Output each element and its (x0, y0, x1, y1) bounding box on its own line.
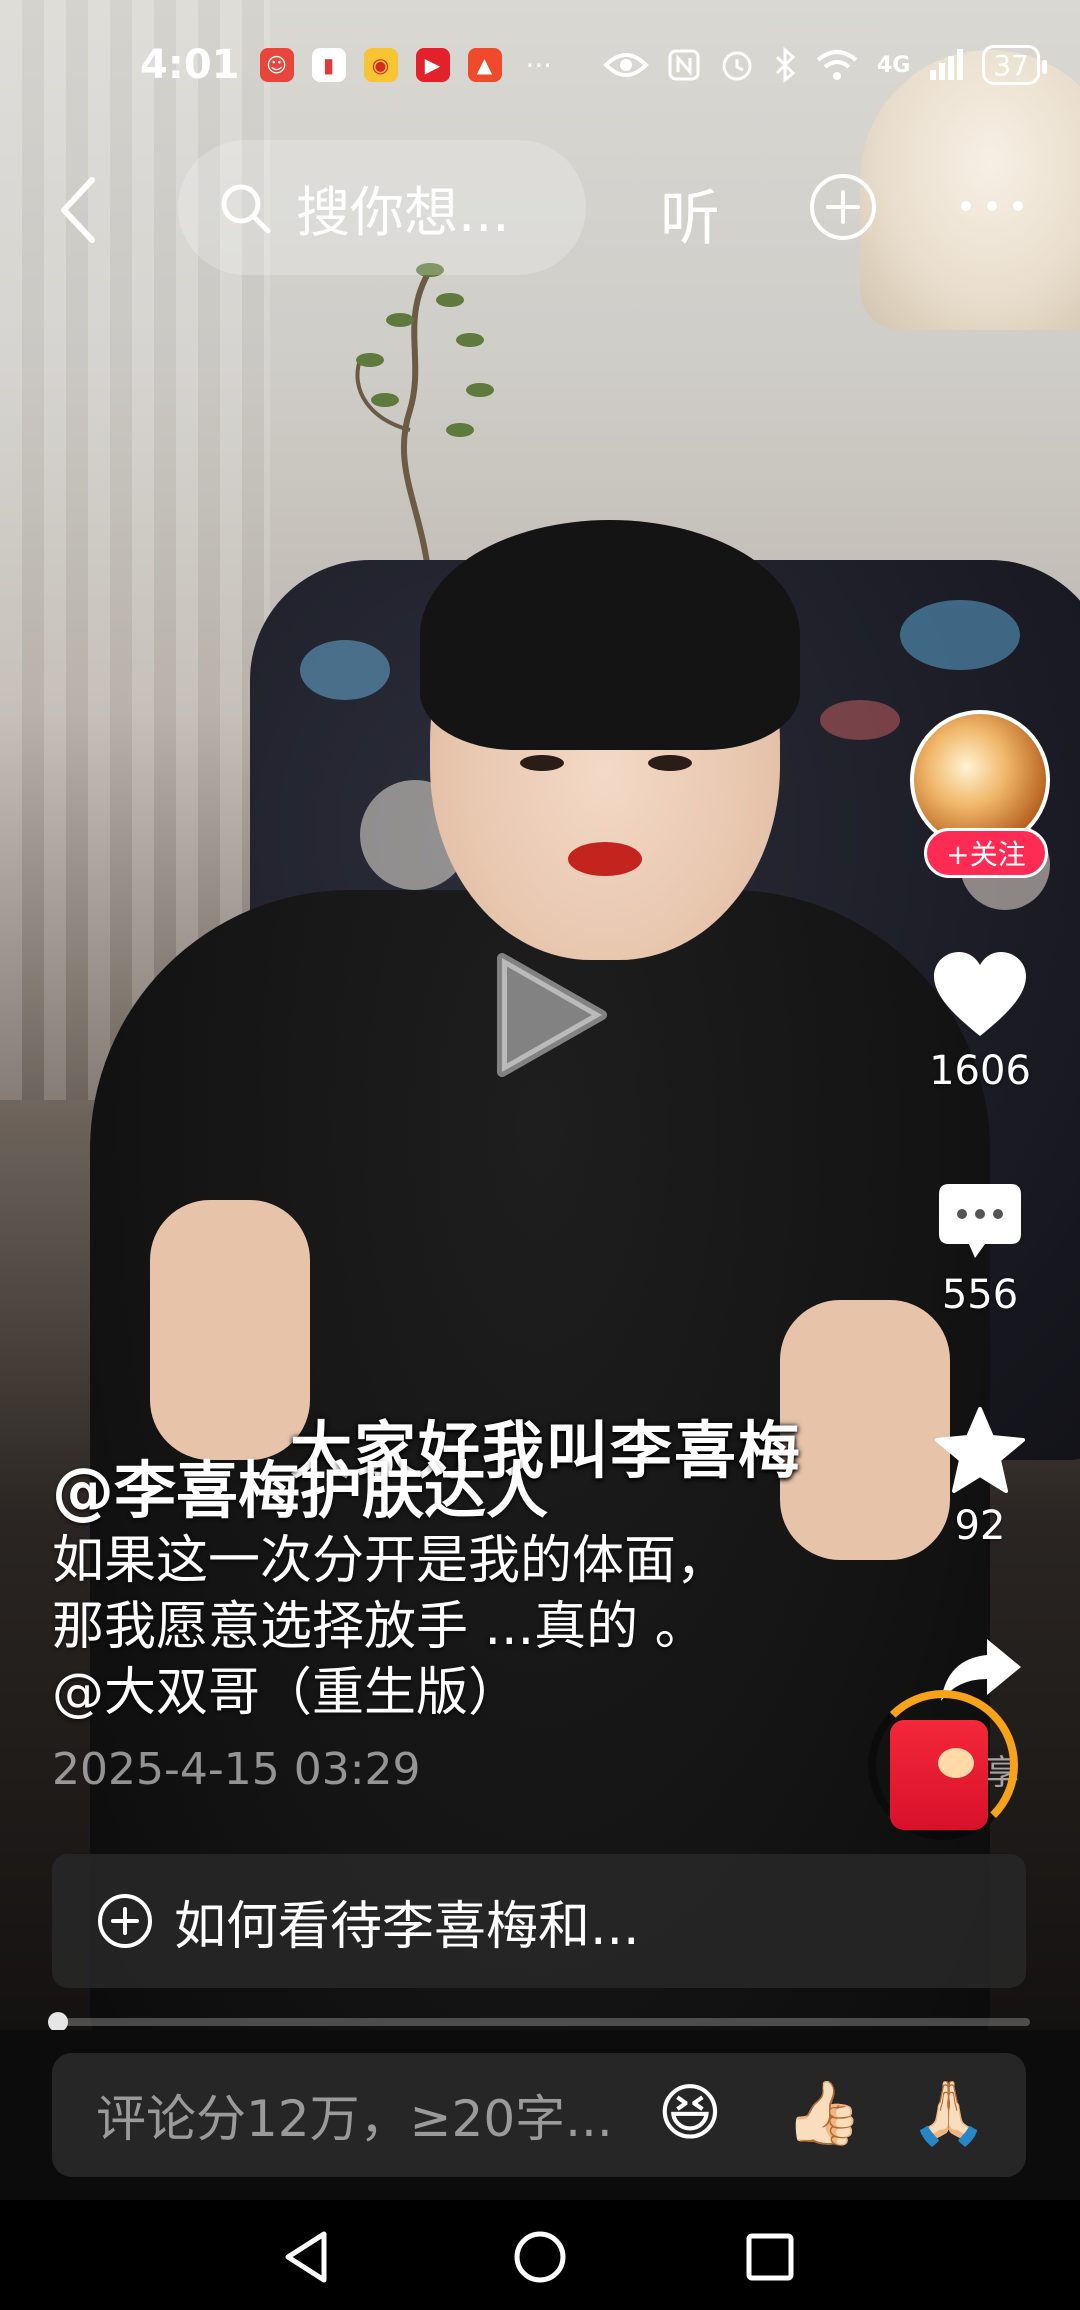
app-notification-icon: ☺ (259, 48, 294, 82)
favorite-button[interactable]: 92 (900, 1405, 1060, 1549)
chair-pattern (300, 640, 390, 700)
red-envelope-icon (890, 1720, 988, 1830)
comment-placeholder: 评论分12万，≥20字... (96, 2090, 613, 2148)
bluetooth-icon (775, 47, 796, 83)
search-placeholder: 搜你想... (296, 181, 510, 244)
search-box[interactable]: 搜你想... (178, 140, 586, 275)
person-arm (150, 1200, 310, 1460)
progress-knob[interactable] (48, 2012, 68, 2032)
status-bar: 4:01 ☺ ▮ ◉ ▶ ▲ ··· 4G 37 (0, 30, 1080, 100)
weibo-icon: ◉ (363, 48, 398, 82)
more-notifications-icon: ··· (525, 48, 553, 82)
post-date: 2025-4-15 03:29 (52, 1744, 421, 1795)
video-progress-bar[interactable] (48, 2012, 1030, 2032)
red-book-icon: ▮ (311, 48, 346, 82)
nav-back-icon[interactable] (272, 2222, 342, 2292)
more-icon[interactable] (952, 176, 1032, 236)
system-navigation-bar (0, 2200, 1080, 2310)
red-envelope-seal (938, 1748, 974, 1778)
person-hair (420, 520, 800, 750)
chair-pattern (900, 600, 1020, 670)
network-type: 4G (876, 52, 911, 78)
chair-pattern (820, 700, 900, 740)
eye-comfort-icon (603, 53, 649, 77)
signal-icon (930, 49, 964, 80)
pray-emoji-button[interactable]: 🙏🏻 (910, 2078, 987, 2148)
author-avatar-group[interactable]: +关注 (910, 710, 1050, 880)
battery-indicator: 37 (982, 45, 1047, 85)
related-topic-bar[interactable]: 如何看待李喜梅和... (52, 1854, 1026, 1988)
description-line: 那我愿意选择放手 ...真的 。 (52, 1597, 707, 1657)
listen-button[interactable]: 听 (660, 170, 720, 257)
mention-link[interactable]: @大双哥（重生版） (52, 1660, 852, 1726)
related-topic-text: 如何看待李喜梅和... (174, 1896, 640, 1957)
person-lips (568, 842, 642, 876)
like-button[interactable]: 1606 (900, 950, 1060, 1094)
battery-level: 37 (993, 48, 1029, 82)
search-icon (221, 184, 271, 233)
play-icon[interactable] (490, 950, 610, 1080)
wifi-icon (816, 50, 858, 80)
author-name[interactable]: @李喜梅护肤达人 (52, 1440, 548, 1530)
top-bar: 搜你想... 听 (0, 140, 1080, 275)
video-description: 如果这一次分开是我的体面， 那我愿意选择放手 ...真的 。 @大双哥（重生版） (52, 1528, 852, 1726)
follow-button[interactable]: +关注 (924, 828, 1048, 878)
add-icon[interactable] (808, 172, 878, 242)
description-line: 如果这一次分开是我的体面， (52, 1531, 729, 1591)
comment-button[interactable]: 556 (900, 1180, 1060, 1318)
back-button[interactable] (50, 170, 110, 250)
status-time: 4:01 (140, 42, 240, 88)
alert-app-icon: ▲ (467, 48, 502, 82)
star-icon (935, 1407, 1025, 1493)
background-plant (355, 263, 494, 590)
alarm-icon (722, 51, 752, 81)
nav-recents-icon[interactable] (735, 2222, 805, 2292)
person-eye (648, 755, 692, 771)
favorite-count: 92 (954, 1503, 1006, 1549)
red-envelope-button[interactable] (868, 1690, 1018, 1840)
heart-icon (934, 952, 1026, 1036)
video-player-screen: 4:01 ☺ ▮ ◉ ▶ ▲ ··· 4G 37 搜你想... 听 +关注 16… (0, 0, 1080, 2310)
like-count: 1606 (929, 1048, 1031, 1094)
nfc-icon (668, 49, 700, 81)
comment-icon (939, 1184, 1021, 1258)
nav-home-icon[interactable] (505, 2222, 575, 2292)
comment-input[interactable]: 评论分12万，≥20字... (52, 2053, 1026, 2177)
video-app-icon: ▶ (415, 48, 450, 82)
thumbs-up-emoji-button[interactable]: 👍🏻 (785, 2078, 862, 2148)
laughing-emoji-button[interactable]: 😆 (655, 2078, 725, 2148)
add-circle-icon (98, 1894, 152, 1948)
comment-count: 556 (941, 1272, 1019, 1318)
person-eye (520, 755, 564, 771)
